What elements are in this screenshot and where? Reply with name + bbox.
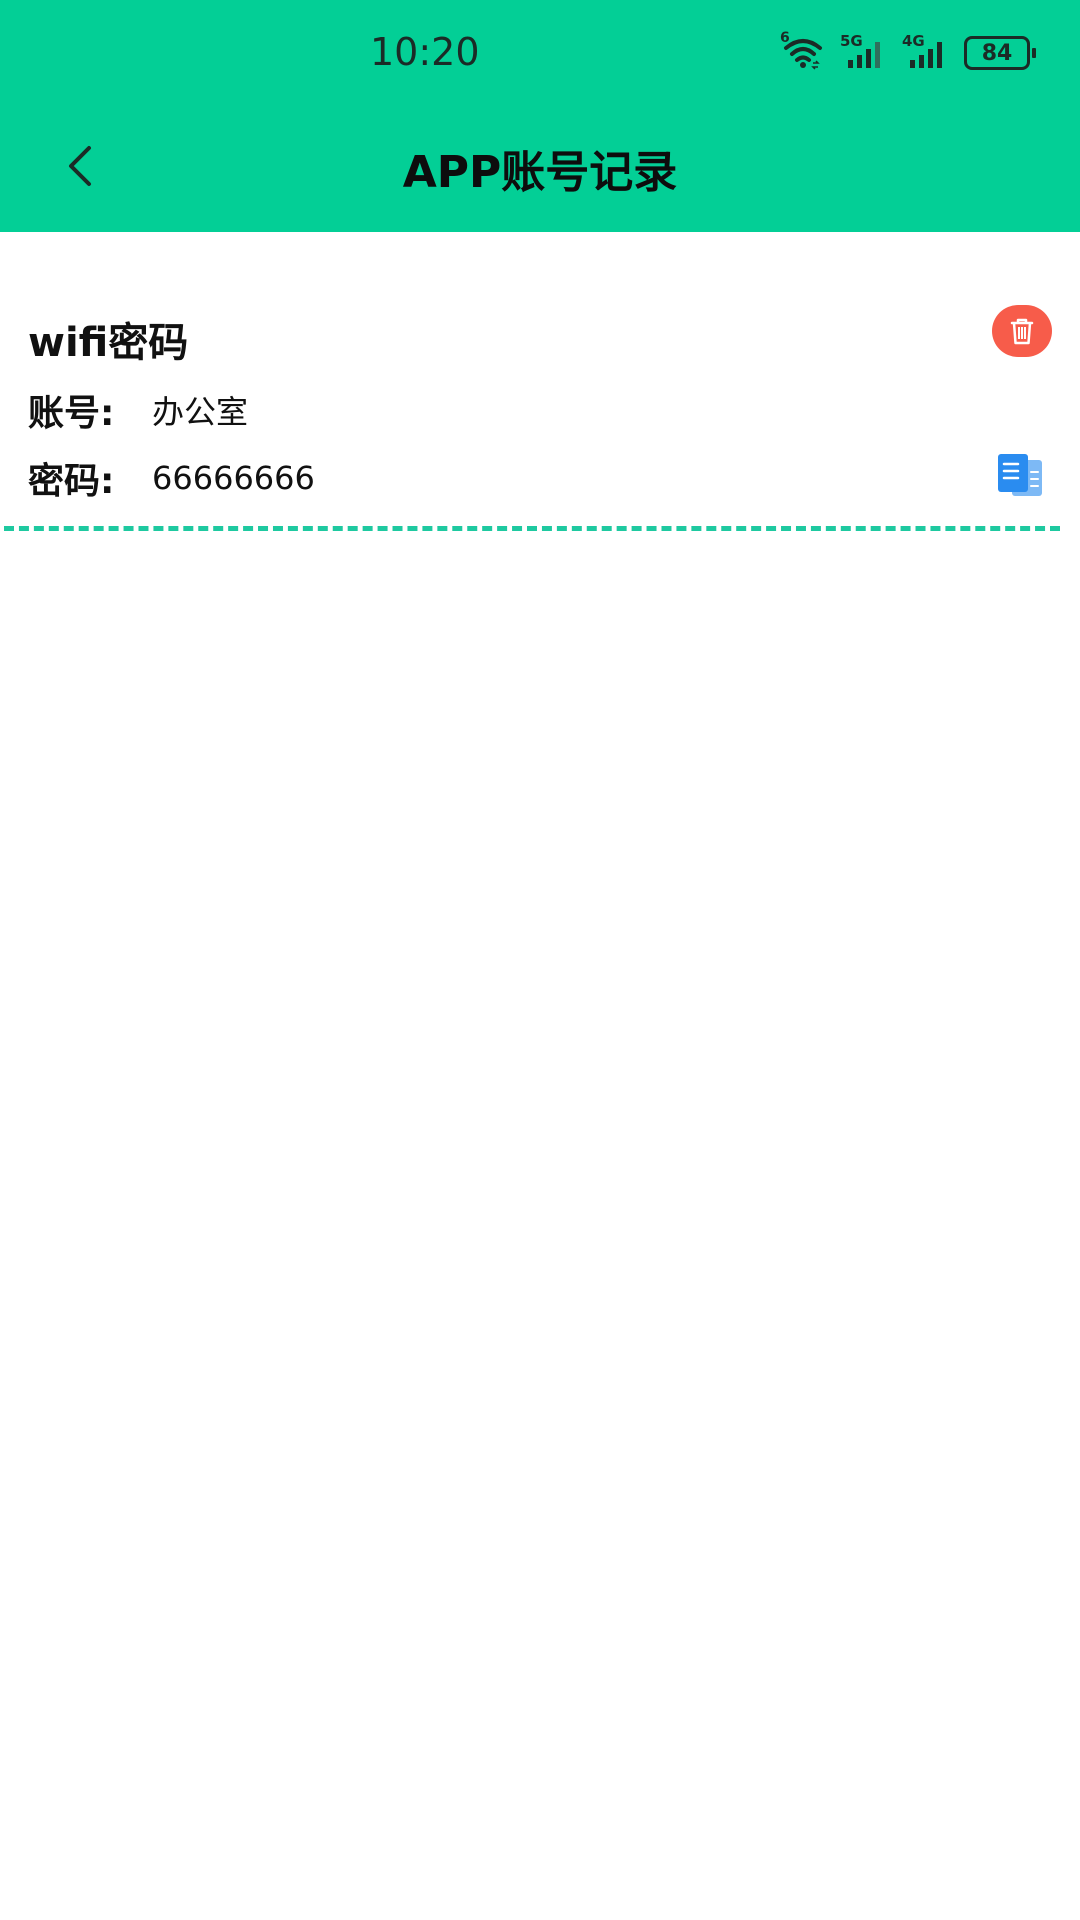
dashed-divider: [4, 526, 1060, 531]
status-icons: 6 5G 4G 84: [780, 30, 1036, 70]
wifi-badge: 6: [780, 30, 790, 46]
page-title: APP账号记录: [402, 147, 678, 198]
account-value: 办公室: [152, 393, 249, 431]
record-card: wifi密码 账号: 办公室 密码: 66666666: [0, 232, 1080, 532]
delete-button[interactable]: [992, 305, 1052, 357]
app-header: 10:20 6 5G 4G 84 APP账号记录: [0, 0, 1080, 232]
password-value: 66666666: [152, 459, 315, 497]
password-label: 密码:: [28, 461, 115, 502]
account-label: 账号:: [28, 393, 115, 434]
copy-button[interactable]: [994, 452, 1048, 500]
password-row: 密码: 66666666: [28, 452, 315, 504]
account-row: 账号: 办公室: [28, 384, 248, 436]
status-time: 10:20: [370, 30, 480, 74]
signal-4g-icon: 4G: [902, 32, 950, 70]
record-title: wifi密码: [28, 320, 189, 366]
signal-5g-icon: 5G: [840, 32, 888, 70]
wifi-icon: 6: [780, 30, 826, 70]
battery-icon: 84: [964, 36, 1036, 70]
trash-icon: [1010, 318, 1034, 345]
battery-level: 84: [981, 40, 1013, 66]
copy-icon: [998, 454, 1042, 496]
